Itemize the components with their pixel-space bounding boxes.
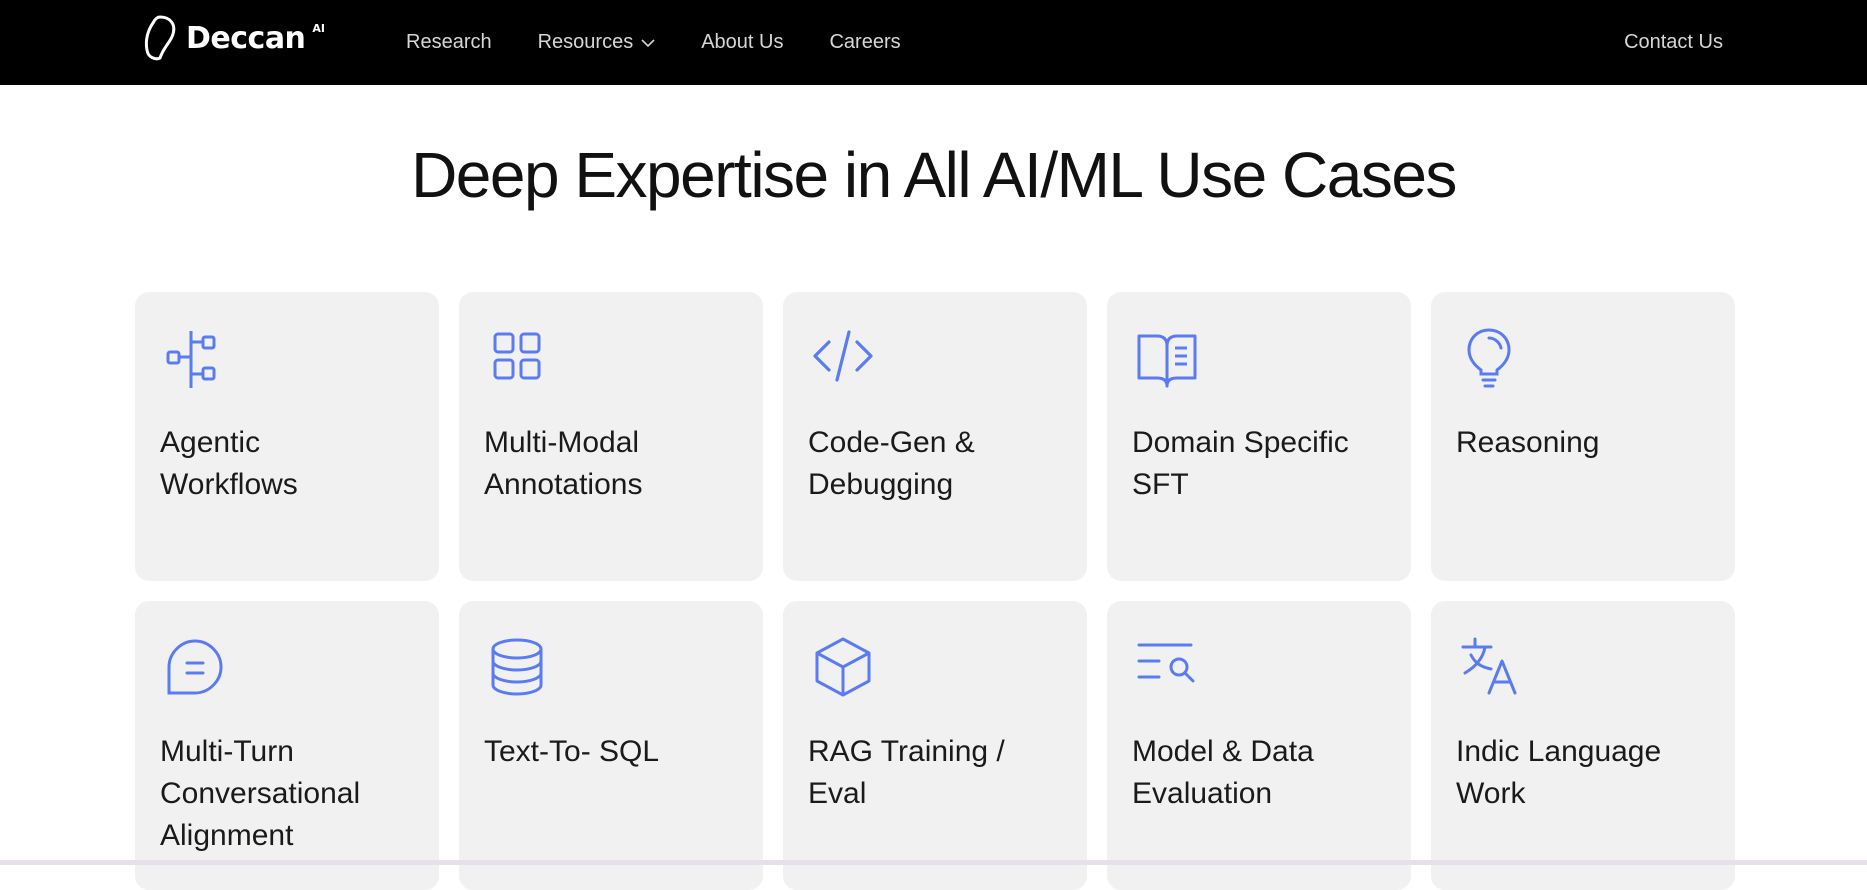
grid-icon (487, 326, 551, 390)
page-bottom-divider (0, 860, 1867, 865)
nav-link-research[interactable]: Research (406, 31, 492, 54)
card-label: Agentic Workflows (160, 426, 298, 501)
card-label: Indic Language Work (1456, 735, 1662, 810)
workflow-icon (163, 326, 227, 390)
nav-link-resources[interactable]: Resources (538, 31, 656, 54)
card-reasoning[interactable]: Reasoning (1431, 292, 1735, 581)
nav-link-label: About Us (701, 31, 784, 53)
card-model-evaluation[interactable]: Model & Data Evaluation (1107, 601, 1411, 890)
nav-link-label: Careers (829, 31, 901, 53)
card-domain-sft[interactable]: Domain Specific SFT (1107, 292, 1411, 581)
logo-mark-icon (144, 15, 176, 61)
card-label: Multi-Modal Annotations (484, 426, 643, 501)
card-label: Domain Specific SFT (1132, 426, 1349, 501)
card-text-to-sql[interactable]: Text-To- SQL (459, 601, 763, 890)
card-agentic-workflows[interactable]: Agentic Workflows (135, 292, 439, 581)
brand-name: Deccan (186, 20, 306, 56)
search-list-icon (1135, 635, 1199, 699)
code-icon (811, 326, 875, 390)
cube-icon (811, 635, 875, 699)
card-label: RAG Training / Eval (808, 735, 1005, 810)
card-label: Reasoning (1456, 426, 1600, 459)
book-icon (1135, 326, 1199, 390)
page-title: Deep Expertise in All AI/ML Use Cases (411, 139, 1457, 211)
database-icon (487, 635, 551, 699)
nav-link-label: Resources (537, 31, 634, 53)
nav-link-about[interactable]: About Us (701, 31, 783, 54)
nav-link-label: Research (406, 31, 492, 53)
lightbulb-icon (1459, 326, 1523, 390)
card-rag-training[interactable]: RAG Training / Eval (783, 601, 1087, 890)
card-label: Code-Gen & Debugging (808, 426, 975, 501)
top-nav: Deccan AI Research Resources About Us Car… (0, 0, 1867, 85)
translate-icon (1459, 635, 1523, 699)
card-label: Model & Data Evaluation (1132, 735, 1314, 810)
card-multi-modal[interactable]: Multi-Modal Annotations (459, 292, 763, 581)
brand-logo[interactable]: Deccan AI (140, 14, 325, 62)
card-multi-turn[interactable]: Multi-Turn Conversational Alignment (135, 601, 439, 890)
nav-links: Research Resources About Us Careers (406, 0, 901, 85)
card-label: Multi-Turn Conversational Alignment (160, 735, 361, 852)
contact-us-link[interactable]: Contact Us (1624, 0, 1723, 85)
chat-icon (163, 635, 227, 699)
brand-superscript: AI (312, 21, 326, 35)
card-label: Text-To- SQL (484, 735, 660, 768)
nav-link-careers[interactable]: Careers (829, 31, 900, 54)
card-indic-language[interactable]: Indic Language Work (1431, 601, 1735, 890)
chevron-down-icon (641, 38, 655, 47)
card-code-gen[interactable]: Code-Gen & Debugging (783, 292, 1087, 581)
